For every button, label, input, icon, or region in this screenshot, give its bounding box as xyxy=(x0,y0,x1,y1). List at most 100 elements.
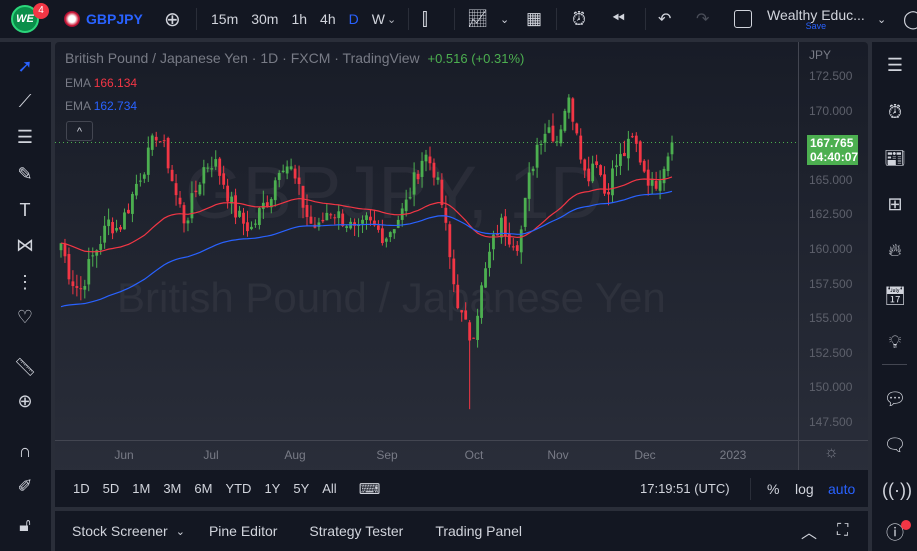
heart-icon[interactable]: ♡ xyxy=(13,305,37,329)
candle xyxy=(246,210,249,237)
candle xyxy=(603,166,606,197)
candle xyxy=(313,217,317,229)
price-tick: 160.000 xyxy=(809,242,853,256)
candle xyxy=(484,262,487,288)
news-icon[interactable]: 📰︎ xyxy=(882,145,908,171)
interval-W[interactable]: W xyxy=(372,11,385,27)
range-1m[interactable]: 1M xyxy=(132,481,150,496)
brush-icon[interactable]: ✎ xyxy=(13,162,37,186)
watchlist-icon[interactable]: ☰ xyxy=(882,52,908,78)
logo-avatar[interactable]: WE 4 xyxy=(11,0,49,38)
lock-icon[interactable]: 🔓︎ xyxy=(13,513,37,537)
candle xyxy=(111,217,114,240)
indicators-dropdown-icon[interactable]: ⌄ xyxy=(500,0,509,38)
candle xyxy=(468,320,472,410)
candle xyxy=(218,156,222,185)
candle xyxy=(281,164,285,174)
layout-name-button[interactable]: Wealthy Educ... Save xyxy=(767,0,865,38)
candle xyxy=(448,221,452,269)
ema1-label: EMA xyxy=(65,76,91,90)
interval-D[interactable]: D xyxy=(349,11,359,27)
settings-icon[interactable]: ◯ xyxy=(903,0,917,38)
hotlist-flame-icon[interactable]: 🔥︎ xyxy=(882,237,908,263)
candle xyxy=(194,180,198,198)
range-5d[interactable]: 5D xyxy=(103,481,120,496)
log-toggle[interactable]: log xyxy=(795,481,814,497)
candle xyxy=(138,173,142,187)
tab-pine-editor[interactable]: Pine Editor xyxy=(209,523,277,539)
tab-strategy-tester[interactable]: Strategy Tester xyxy=(309,523,403,539)
range-1y[interactable]: 1Y xyxy=(264,481,280,496)
ideas-bulb-icon[interactable]: 💡︎ xyxy=(882,329,908,355)
layout-dropdown-icon[interactable]: ⌄ xyxy=(877,0,886,38)
live-stream-icon[interactable]: ((·)) xyxy=(882,477,912,503)
clock[interactable]: 17:19:51 (UTC) xyxy=(640,481,730,496)
fullscreen-square-icon[interactable] xyxy=(734,0,752,38)
time-tick: Nov xyxy=(547,448,569,462)
indicators-icon[interactable]: 📈︎ xyxy=(467,0,489,38)
interval-4h[interactable]: 4h xyxy=(320,11,336,27)
fib-lines-icon[interactable]: ☰ xyxy=(13,125,37,149)
auto-toggle[interactable]: auto xyxy=(828,481,855,497)
range-5y[interactable]: 5Y xyxy=(293,481,309,496)
candle xyxy=(666,152,670,177)
calendar-icon[interactable]: 📅︎ xyxy=(882,283,908,309)
interval-1h[interactable]: 1h xyxy=(291,11,307,27)
collapse-legend-button[interactable]: ^ xyxy=(66,121,93,141)
add-list-icon[interactable]: ⊞ xyxy=(882,191,908,217)
candle xyxy=(158,141,162,143)
screener-dropdown-icon[interactable]: ⌄ xyxy=(176,525,185,538)
currency-label[interactable]: JPY xyxy=(809,48,831,62)
interval-15m[interactable]: 15m xyxy=(211,11,238,27)
date-range-icon[interactable]: ⌨︎ xyxy=(359,480,381,498)
range-6m[interactable]: 6M xyxy=(194,481,212,496)
interval-dropdown-icon[interactable]: ⌄ xyxy=(387,0,396,38)
compare-add-icon[interactable]: ⊕ xyxy=(164,0,181,38)
magnet-icon[interactable]: ∩ xyxy=(13,439,37,463)
range-ytd[interactable]: YTD xyxy=(225,481,251,496)
candle xyxy=(293,164,297,184)
chats-icon[interactable]: 💬︎ xyxy=(882,386,908,412)
zoom-in-icon[interactable]: ⊕ xyxy=(13,389,37,413)
ruler-icon[interactable]: 📏︎ xyxy=(13,355,37,379)
save-label[interactable]: Save xyxy=(806,21,827,31)
range-1d[interactable]: 1D xyxy=(73,481,90,496)
price-chart[interactable] xyxy=(55,42,798,442)
price-tick: 147.500 xyxy=(809,415,853,429)
candle xyxy=(412,162,416,207)
candles-chart-type-icon[interactable]: ⫿ xyxy=(422,0,428,38)
messages-icon[interactable]: 🗨︎ xyxy=(882,432,908,458)
ema2-label: EMA xyxy=(65,99,91,113)
chart-pane[interactable]: GBPJPY, 1D British Pound / Japanese Yen … xyxy=(55,42,868,507)
pattern-icon[interactable]: ⋈ xyxy=(13,233,37,257)
range-all[interactable]: All xyxy=(322,481,336,496)
axis-settings-icon[interactable]: ☼ xyxy=(824,444,839,462)
candle xyxy=(238,205,241,218)
candle xyxy=(420,152,424,188)
tab-stock-screener[interactable]: Stock Screener xyxy=(72,523,168,539)
range-bar: 1D 5D 1M 3M 6M YTD 1Y 5Y All ⌨︎ 17:19:51 (UTC) %… xyxy=(55,470,868,507)
alarm-clock-icon[interactable]: ⏰︎ xyxy=(882,99,908,125)
percent-toggle[interactable]: % xyxy=(767,481,779,497)
text-icon[interactable]: T xyxy=(13,198,37,222)
candle xyxy=(670,135,674,161)
cursor-icon[interactable]: ➚ xyxy=(13,54,37,78)
interval-30m[interactable]: 30m xyxy=(251,11,278,27)
candle xyxy=(59,242,63,258)
symbol-search[interactable]: GBPJPY xyxy=(64,0,143,38)
lock-drawing-icon[interactable]: ✐ xyxy=(13,474,37,498)
candle xyxy=(301,185,305,219)
candle xyxy=(464,302,468,320)
undo-icon[interactable]: ↶ xyxy=(658,0,671,38)
range-3m[interactable]: 3M xyxy=(163,481,181,496)
price-tick: 172.500 xyxy=(809,69,853,83)
tab-trading-panel[interactable]: Trading Panel xyxy=(435,523,522,539)
fullscreen-icon[interactable]: ⛶ xyxy=(837,522,848,540)
candle xyxy=(210,156,214,178)
replay-icon[interactable]: ⏪︎ xyxy=(612,0,625,38)
alert-icon[interactable]: ⏰︎ xyxy=(572,0,586,38)
maximize-panel-icon[interactable]: ︿ xyxy=(801,519,817,543)
layout-grid-icon[interactable]: ▦ xyxy=(526,0,542,38)
prediction-icon[interactable]: ⋮ xyxy=(13,270,37,294)
trend-line-icon[interactable]: ⟋ xyxy=(13,89,37,113)
